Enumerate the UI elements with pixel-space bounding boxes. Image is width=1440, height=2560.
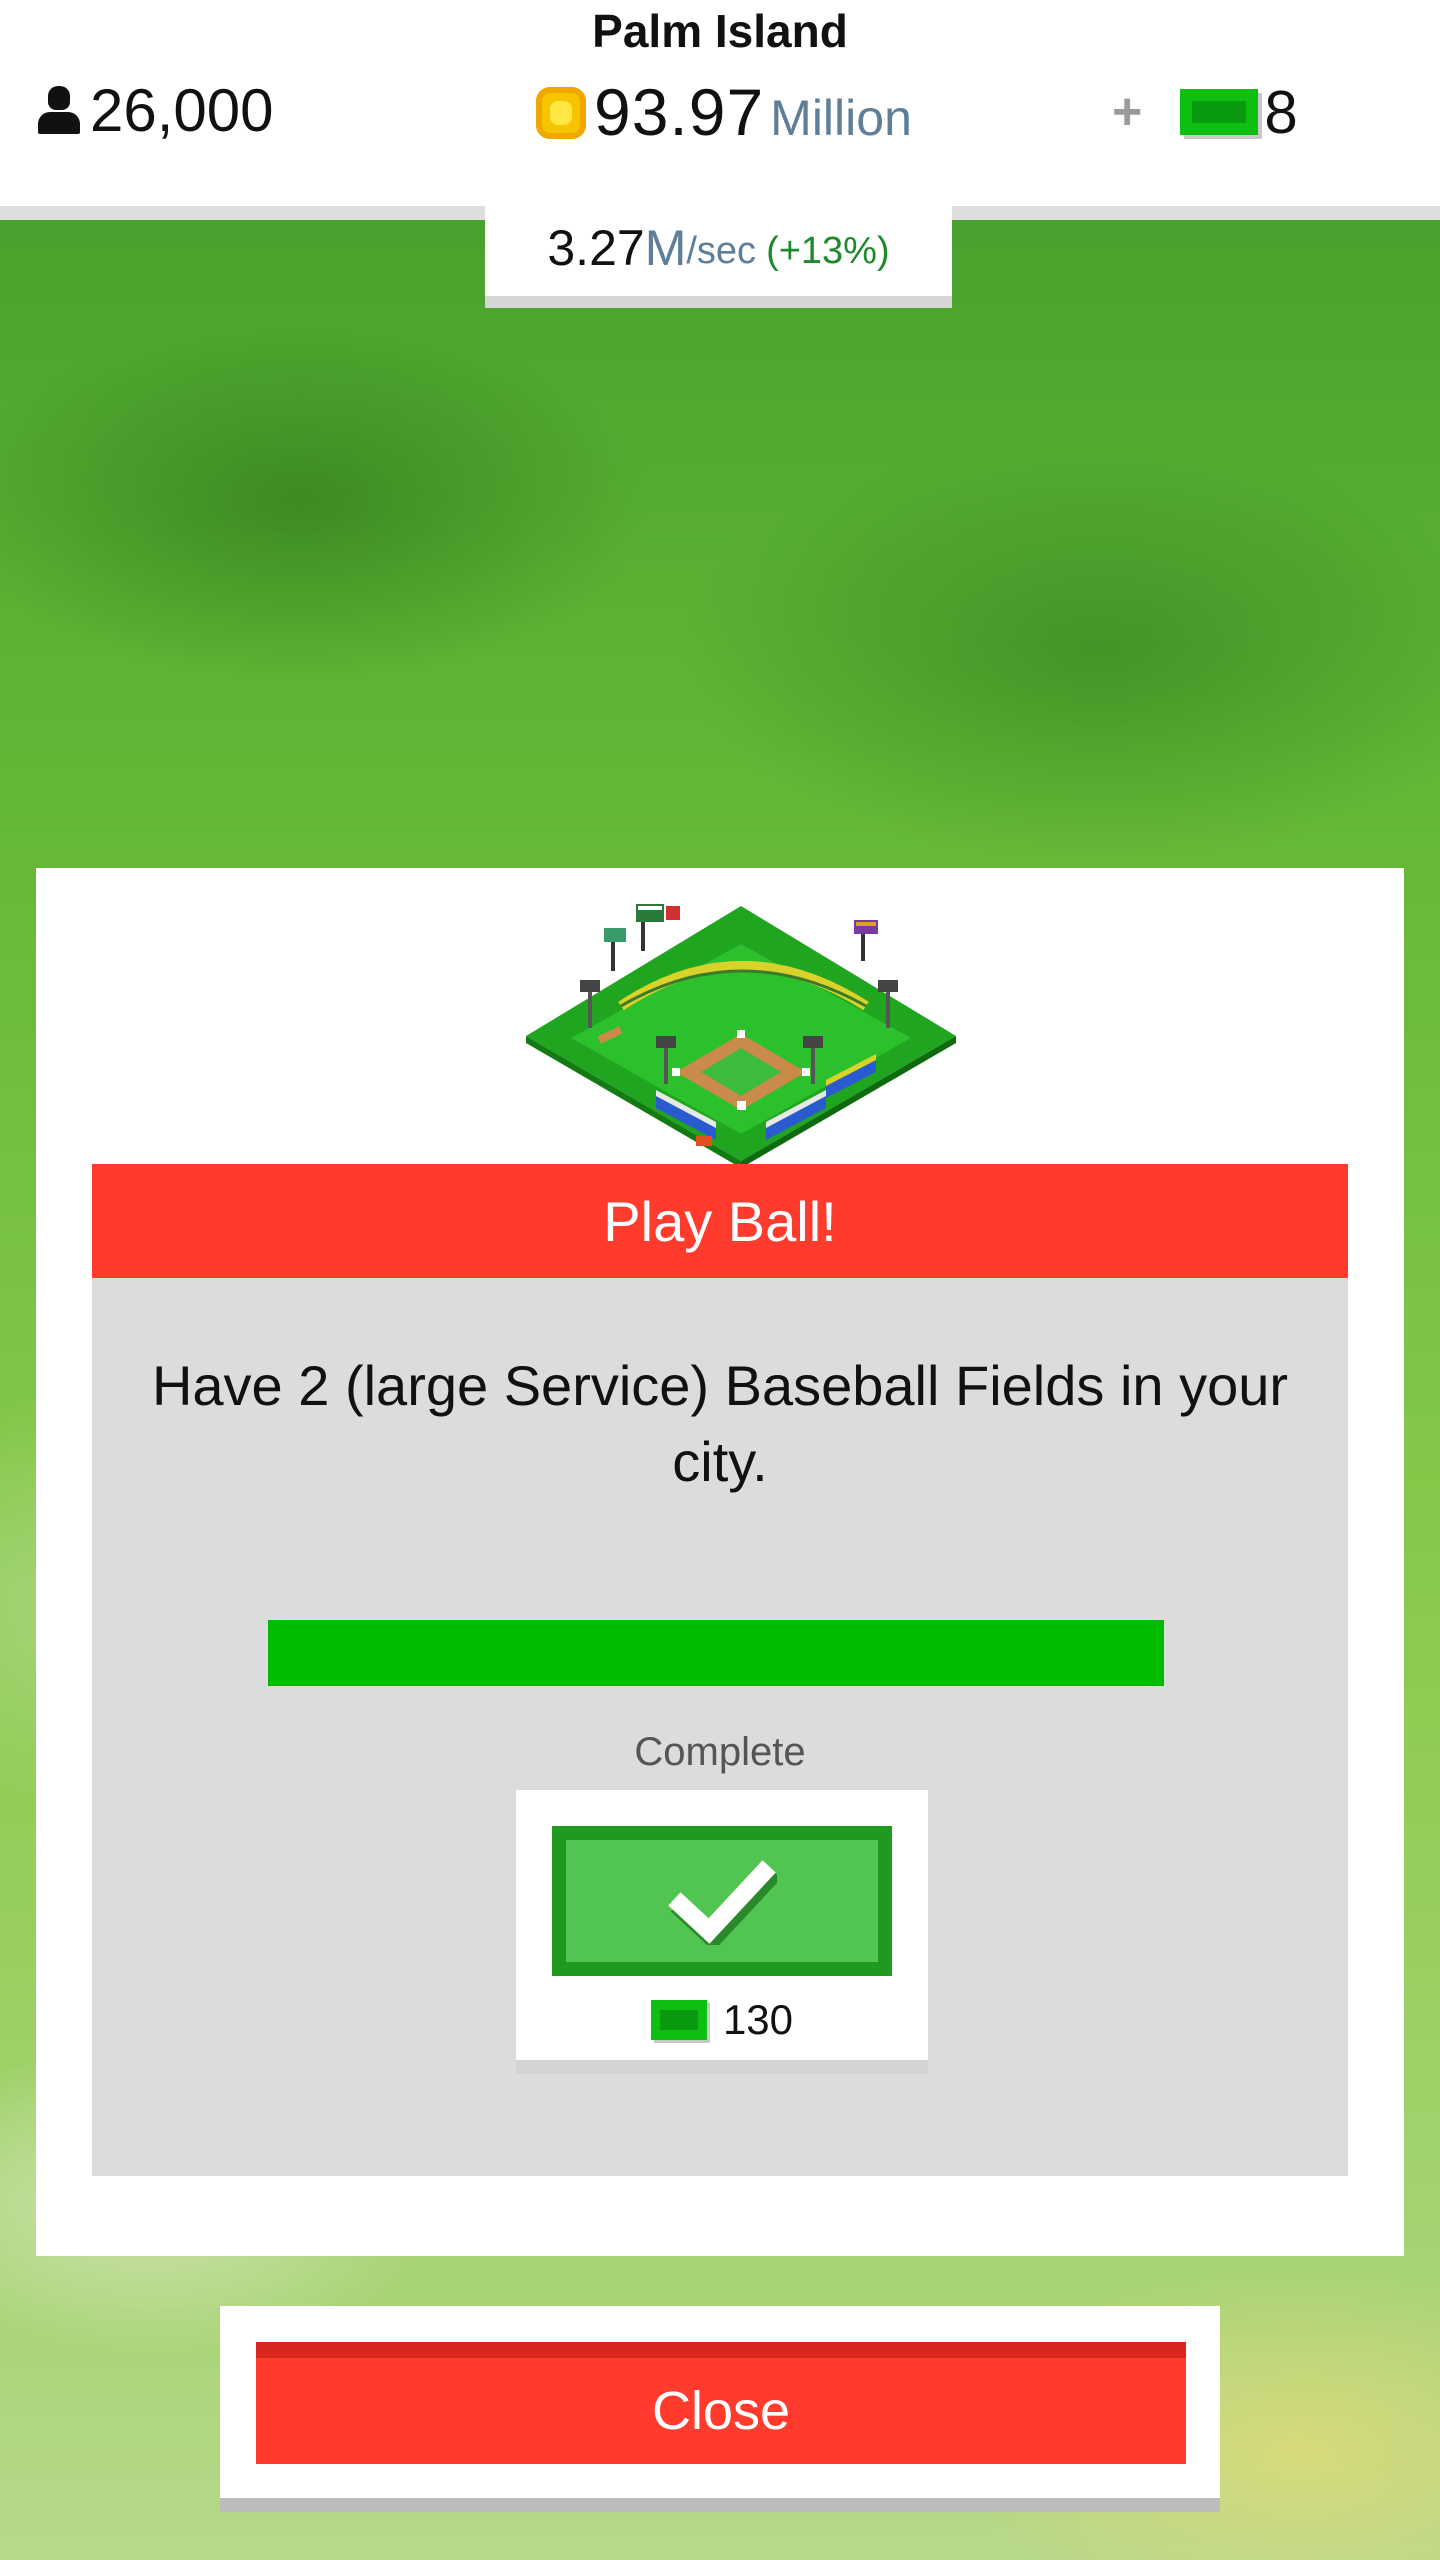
income-rate-badge: 3.27 M /sec (+13%) — [485, 200, 952, 308]
close-button-frame: Close — [220, 2306, 1220, 2512]
income-rate-value: 3.27 — [547, 220, 645, 276]
income-rate-per: /sec — [686, 229, 757, 272]
population-value: 26,000 — [90, 76, 274, 144]
cash-icon — [1180, 89, 1259, 135]
achievement-title: Play Ball! — [603, 1189, 837, 1253]
income-rate-percent: (+13%) — [766, 229, 890, 272]
money-display: 93.97 Million — [536, 70, 912, 154]
income-rate-unit: M — [644, 220, 687, 276]
status-text: Complete — [634, 1730, 806, 1774]
cash-icon — [650, 2000, 707, 2040]
achievement-content: Have 2 (large Service) Baseball Fields i… — [92, 1278, 1348, 2176]
progress-bar-fill — [268, 1620, 1164, 1686]
reward-value: 130 — [722, 1996, 794, 2043]
money-value: 93.97 — [594, 75, 765, 149]
city-name: Palm Island — [592, 5, 848, 57]
population-display: 26,000 — [36, 72, 274, 148]
close-button[interactable]: Close — [256, 2342, 1186, 2464]
checkmark-icon — [668, 1860, 777, 1945]
person-icon — [36, 84, 82, 136]
money-unit: Million — [770, 90, 912, 146]
achievement-description: Have 2 (large Service) Baseball Fields i… — [151, 1354, 1289, 1493]
top-bar: Palm Island 26,000 93.97 Million + 8 — [0, 0, 1440, 220]
achievement-title-bar: Play Ball! — [92, 1164, 1348, 1278]
close-button-label: Close — [651, 2381, 791, 2441]
gems-display: + 8 — [1112, 70, 1298, 154]
reward-card: 130 — [516, 1790, 928, 2074]
claim-reward-button[interactable] — [552, 1826, 892, 1976]
reward-amount: 130 — [516, 1992, 928, 2048]
progress-bar — [268, 1620, 1164, 1686]
add-gems-button[interactable]: + — [1112, 82, 1142, 142]
gems-value: 8 — [1264, 78, 1298, 146]
baseball-field-icon — [526, 904, 956, 1166]
achievement-dialog: Play Ball! Have 2 (large Service) Baseba… — [36, 868, 1404, 2256]
coin-icon — [536, 83, 586, 141]
